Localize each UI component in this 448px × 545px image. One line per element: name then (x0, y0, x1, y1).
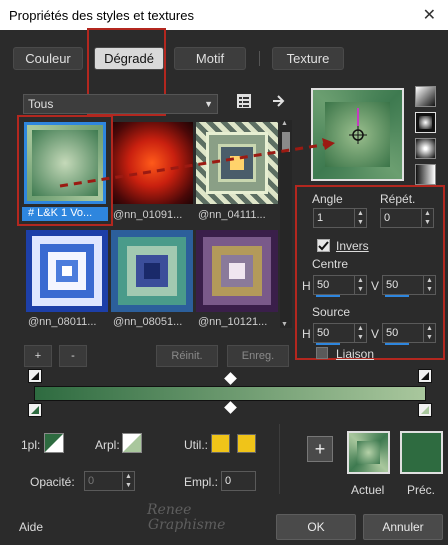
category-selected: Tous (28, 97, 54, 111)
chevron-down-icon: ▼ (204, 99, 213, 109)
gradient-style-rect-icon[interactable] (415, 112, 436, 133)
source-h-label: H (302, 327, 311, 341)
empl-input[interactable]: 0 (221, 471, 256, 491)
gradient-caption-4: @nn_08011... (28, 316, 97, 328)
center-label: Centre (312, 257, 349, 271)
color-stop-top-left-icon[interactable] (28, 369, 42, 383)
title-bar: Propriétés des styles et textures ✕ (0, 0, 448, 30)
util-color-swatch-2[interactable] (237, 434, 256, 453)
cancel-button[interactable]: Annuler (363, 514, 443, 540)
angle-input[interactable]: 1 ▲ ▼ (313, 208, 367, 228)
invert-label: Invers (336, 239, 369, 253)
center-v-input[interactable]: 50 ▲ ▼ (382, 275, 436, 297)
gradient-thumb-4[interactable] (26, 230, 108, 312)
center-h-input[interactable]: 50 ▲ ▼ (313, 275, 367, 297)
link-label: Liaison (336, 347, 375, 361)
add-gradient-button[interactable]: + (24, 345, 52, 367)
arrow-right-icon[interactable] (272, 94, 286, 108)
repeat-label: Répét. (380, 192, 416, 206)
util-label: Util.: (184, 438, 208, 452)
center-crosshair-icon[interactable] (349, 126, 367, 144)
opacity-spin-icon[interactable]: ▲ ▼ (122, 472, 134, 490)
center-v-slider[interactable] (385, 295, 409, 297)
list-view-icon[interactable] (236, 93, 252, 109)
repeat-spin-icon[interactable]: ▲ ▼ (421, 209, 433, 227)
gradient-thumb-5[interactable] (111, 230, 193, 312)
color-stop-bottom-right-icon[interactable] (418, 403, 432, 417)
source-v-label: V (371, 327, 380, 341)
source-v-slider[interactable] (385, 343, 409, 345)
center-h-slider[interactable] (316, 295, 340, 297)
source-label: Source (312, 305, 351, 319)
close-icon[interactable]: ✕ (423, 5, 436, 25)
annotation-box-thumb (17, 115, 113, 226)
current-label: Actuel (351, 483, 385, 497)
reset-button[interactable]: Réinit. (156, 345, 218, 367)
gradient-thumb-3[interactable] (196, 122, 278, 204)
invert-checkbox[interactable] (317, 239, 330, 252)
color-stop-top-right-icon[interactable] (418, 369, 432, 383)
ok-button[interactable]: OK (276, 514, 356, 540)
empl-label: Empl.: (184, 475, 219, 489)
save-button[interactable]: Enreg. (227, 345, 289, 367)
foreground-swatch[interactable] (44, 433, 64, 453)
category-dropdown[interactable]: Tous ▼ (23, 94, 218, 114)
source-h-slider[interactable] (316, 343, 340, 345)
scrollbar-thumb[interactable] (282, 132, 290, 152)
gradient-caption-5: @nn_08051... (113, 316, 183, 328)
center-v-spin-icon[interactable]: ▲ ▼ (423, 276, 435, 294)
gradient-caption-2: @nn_01091... (113, 209, 183, 221)
center-v-label: V (371, 279, 380, 293)
link-checkbox[interactable] (316, 347, 328, 359)
midpoint-top-icon[interactable] (224, 372, 237, 385)
arpl-label: Arpl: (95, 438, 120, 452)
tab-motif[interactable]: Motif (174, 47, 246, 70)
source-v-input[interactable]: 50 ▲ ▼ (382, 323, 436, 345)
angle-spin-icon[interactable]: ▲ ▼ (354, 209, 366, 227)
divider (279, 424, 280, 494)
gradient-thumb-6[interactable] (196, 230, 278, 312)
previous-swatch[interactable] (400, 431, 443, 474)
color-stop-bottom-left-icon[interactable] (28, 403, 42, 417)
help-link[interactable]: Aide (19, 520, 43, 534)
util-color-swatch-1[interactable] (211, 434, 230, 453)
current-swatch[interactable] (347, 431, 390, 474)
remove-gradient-button[interactable]: - (59, 345, 87, 367)
tab-texture[interactable]: Texture (272, 47, 344, 70)
gradient-caption-6: @nn_10121... (198, 316, 268, 328)
source-h-spin-icon[interactable]: ▲ ▼ (354, 324, 366, 342)
angle-label: Angle (312, 192, 343, 206)
add-swatch-button[interactable]: + (307, 436, 333, 462)
tab-couleur[interactable]: Couleur (13, 47, 83, 70)
opacity-label: Opacité: (30, 475, 75, 489)
source-v-spin-icon[interactable]: ▲ ▼ (423, 324, 435, 342)
tab-separator (259, 51, 260, 66)
source-h-input[interactable]: 50 ▲ ▼ (313, 323, 367, 345)
opacity-input[interactable]: 0 ▲ ▼ (84, 471, 135, 491)
angle-handle-icon[interactable] (357, 108, 359, 126)
watermark: Renee Graphisme (147, 502, 226, 533)
pl-label: 1pl: (21, 438, 41, 452)
gradient-style-linear-icon[interactable] (415, 86, 436, 107)
midpoint-bottom-icon[interactable] (224, 401, 237, 414)
background-swatch[interactable] (122, 433, 142, 453)
gradient-preview[interactable] (311, 88, 404, 181)
gradient-caption-3: @nn_04111... (198, 209, 266, 221)
gradient-thumb-2[interactable] (111, 122, 193, 204)
gallery-scrollbar[interactable]: ▲ ▼ (280, 120, 292, 328)
gradient-style-sunburst-icon[interactable] (415, 164, 436, 185)
window-title: Propriétés des styles et textures (9, 8, 194, 23)
center-h-label: H (302, 279, 311, 293)
gradient-editor-bar[interactable] (34, 386, 426, 401)
repeat-input[interactable]: 0 ▲ ▼ (380, 208, 434, 228)
previous-label: Préc. (407, 483, 436, 497)
center-h-spin-icon[interactable]: ▲ ▼ (354, 276, 366, 294)
gradient-style-radial-icon[interactable] (415, 138, 436, 159)
